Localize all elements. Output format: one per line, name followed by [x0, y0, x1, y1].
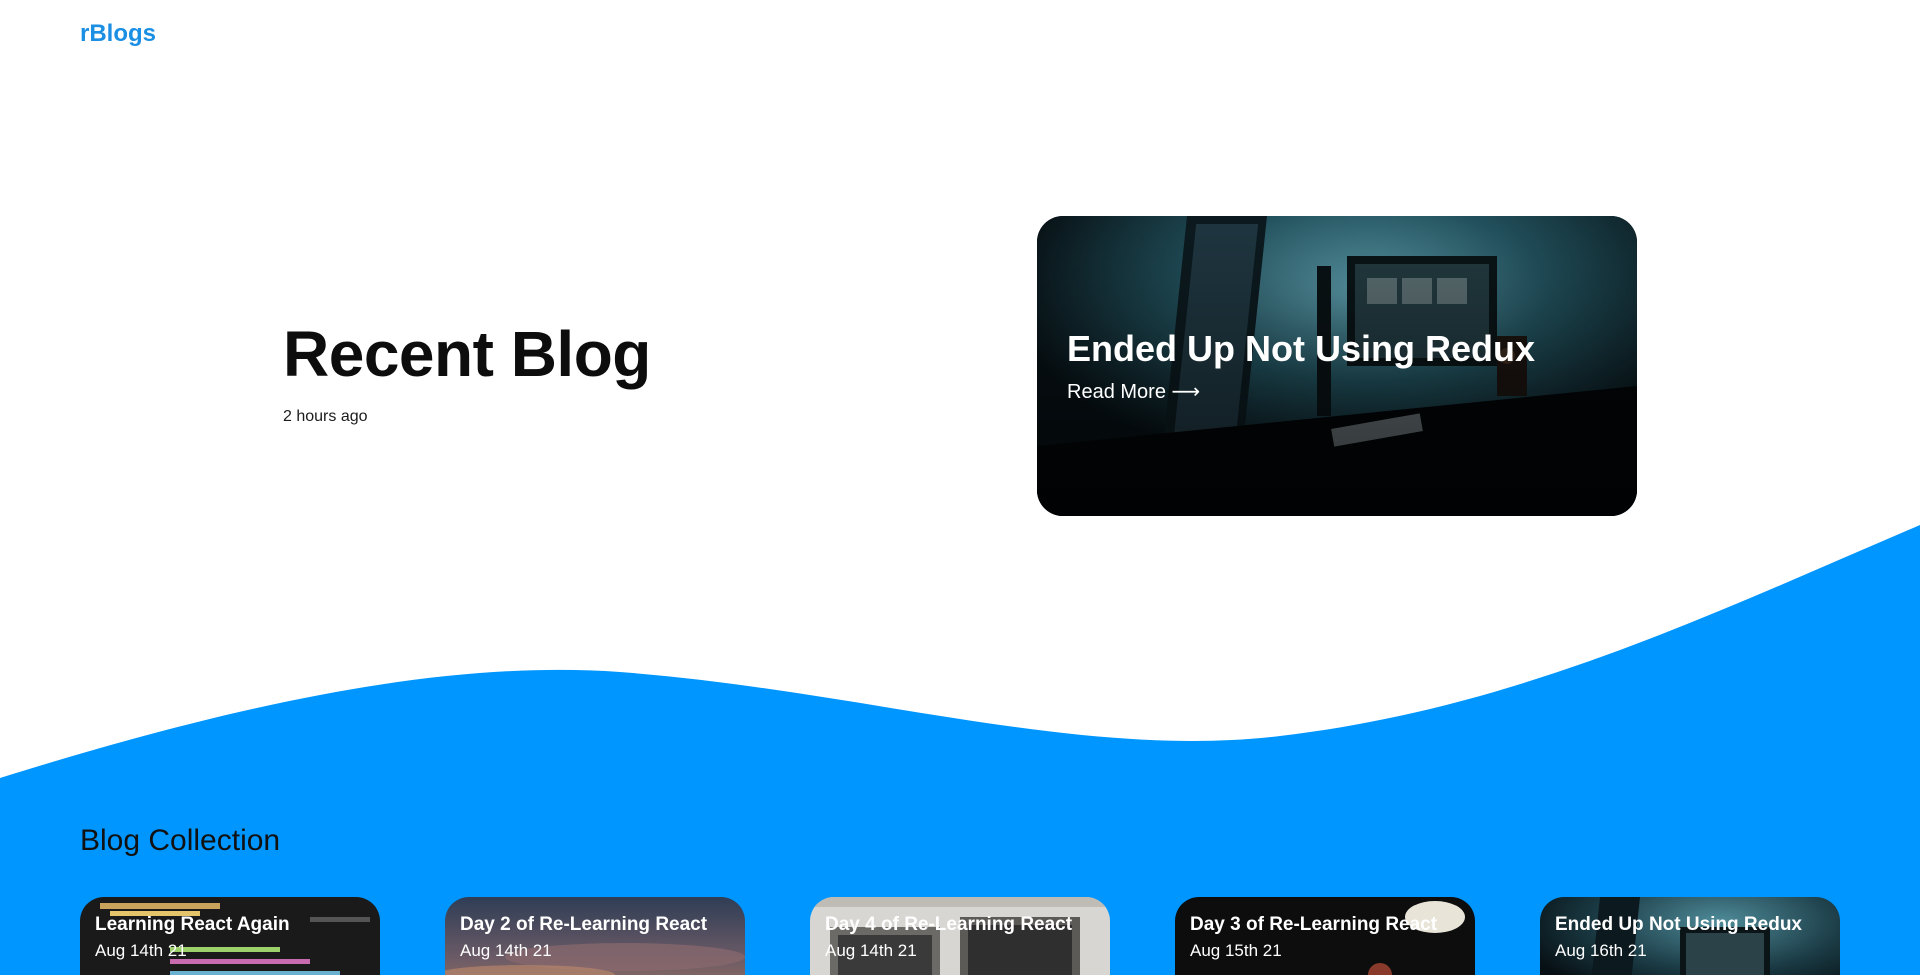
hero-section: Recent Blog 2 hours ago: [283, 314, 651, 426]
brand-logo-link[interactable]: rBlogs: [80, 20, 156, 48]
blog-card-title: Day 2 of Re-Learning React: [460, 914, 708, 935]
blog-card-title: Day 3 of Re-Learning React: [1190, 914, 1438, 935]
blog-card-image: [1175, 897, 1475, 975]
blog-card-image: [80, 897, 380, 975]
blog-card[interactable]: Ended Up Not Using Redux Aug 16th 21: [1540, 897, 1840, 975]
blog-card[interactable]: Day 4 of Re-Learning React Aug 14th 21: [810, 897, 1110, 975]
hero-title: Recent Blog: [283, 318, 651, 390]
collection-title: Blog Collection: [80, 824, 281, 857]
blog-card-date: Aug 14th 21: [460, 941, 552, 960]
blog-card-date: Aug 14th 21: [95, 941, 187, 960]
page: rBlogs Recent Blog 2 hours ago Ended Up …: [0, 0, 1920, 975]
blog-card-date: Aug 15th 21: [1190, 941, 1282, 960]
blog-card-title: Learning React Again: [95, 914, 290, 935]
blog-card-date: Aug 14th 21: [825, 941, 917, 960]
read-more-link[interactable]: Read More ⟶: [1067, 379, 1200, 404]
hero-timestamp: 2 hours ago: [283, 408, 368, 425]
blog-card[interactable]: Day 3 of Re-Learning React Aug 15th 21: [1175, 897, 1475, 975]
blog-card-image: [1540, 897, 1840, 975]
blog-card-date: Aug 16th 21: [1555, 941, 1647, 960]
featured-blog-title: Ended Up Not Using Redux: [1067, 328, 1535, 369]
blog-card[interactable]: Day 2 of Re-Learning React Aug 14th 21: [445, 897, 745, 975]
blog-card-image: [810, 897, 1110, 975]
featured-blog-card[interactable]: Ended Up Not Using Redux Read More ⟶: [1037, 216, 1637, 516]
blog-card-title: Ended Up Not Using Redux: [1555, 914, 1802, 935]
blog-card-title: Day 4 of Re-Learning React: [825, 914, 1073, 935]
blog-card[interactable]: Learning React Again Aug 14th 21: [80, 897, 380, 975]
blog-card-image: [445, 897, 745, 975]
